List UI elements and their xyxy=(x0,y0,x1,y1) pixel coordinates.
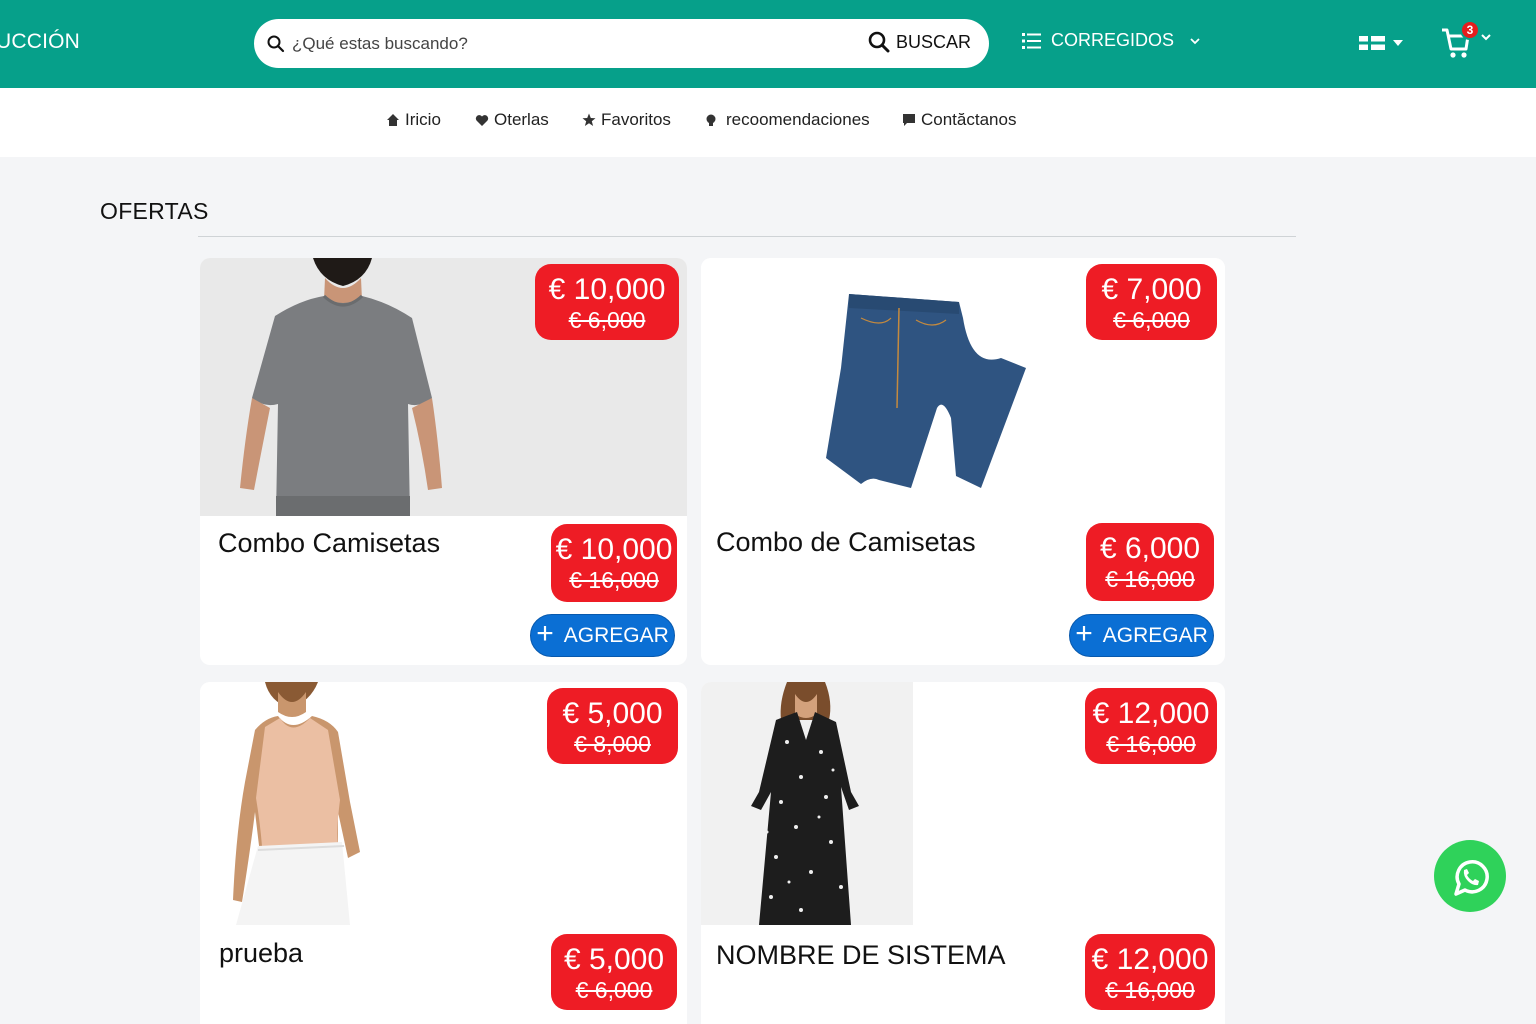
price-tag: € 12,000 € 16,000 xyxy=(1085,934,1215,1010)
product-name[interactable]: Combo de Camisetas xyxy=(716,527,976,558)
badge-old-price: € 6,000 xyxy=(568,307,646,333)
nav-item-label: Oterlas xyxy=(494,110,549,129)
main-nav: Iricio Oterlas Favoritos recoomendacione… xyxy=(0,88,1536,157)
badge-price: € 5,000 xyxy=(562,697,663,730)
list-icon xyxy=(1022,32,1041,49)
nav-item-label: Contăctanos xyxy=(921,110,1017,129)
product-name[interactable]: NOMBRE DE SISTEMA xyxy=(716,940,1006,971)
search-input[interactable] xyxy=(292,31,852,57)
product-name[interactable]: prueba xyxy=(219,938,303,969)
product-card[interactable]: € 5,000 € 8,000 prueba € 5,000 € 6,000 xyxy=(200,682,687,1024)
language-dropdown[interactable] xyxy=(1359,33,1403,53)
product-price: € 5,000 xyxy=(563,943,665,976)
product-name[interactable]: Combo Camisetas xyxy=(218,528,440,559)
section-divider xyxy=(198,236,1296,237)
badge-old-price: € 16,000 xyxy=(1106,731,1196,757)
search-bar: BUSCAR xyxy=(254,19,989,68)
search-button[interactable]: BUSCAR xyxy=(867,30,971,54)
add-button-label: AGREGAR xyxy=(563,623,669,647)
price-badge: € 12,000 € 16,000 xyxy=(1085,688,1217,764)
category-dropdown-label: CORREGIDOS xyxy=(1051,30,1175,50)
nav-item-label: Iricio xyxy=(405,110,441,129)
price-badge: € 5,000 € 8,000 xyxy=(547,688,678,764)
cart-button[interactable]: 3 xyxy=(1440,20,1492,60)
plus-icon: + xyxy=(536,617,554,650)
badge-old-price: € 8,000 xyxy=(574,731,651,757)
star-icon xyxy=(582,113,596,126)
plus-icon: + xyxy=(1075,617,1093,650)
badge-price: € 12,000 xyxy=(1092,697,1210,730)
home-icon xyxy=(387,114,399,126)
search-icon xyxy=(868,31,890,53)
product-old-price: € 16,000 xyxy=(569,567,659,593)
product-price: € 10,000 xyxy=(555,533,673,566)
section-title: OFERTAS xyxy=(100,198,209,224)
nav-item-contactanos[interactable]: Contăctanos xyxy=(902,110,1016,130)
chevron-down-icon xyxy=(1190,37,1200,44)
product-price: € 12,000 xyxy=(1091,943,1209,976)
caret-down-icon xyxy=(1393,40,1403,46)
chat-icon xyxy=(903,114,915,126)
whatsapp-button[interactable] xyxy=(1434,836,1506,916)
product-price: € 6,000 xyxy=(1099,532,1201,565)
badge-price: € 10,000 xyxy=(548,273,666,306)
cart-count-badge: 3 xyxy=(1460,20,1480,40)
add-to-cart-button[interactable]: + AGREGAR xyxy=(530,614,675,657)
top-bar: UCCIÓN BUSCAR CORREGIDOS xyxy=(0,0,1536,88)
product-card[interactable]: € 7,000 € 6,000 Combo de Camisetas € 6,0… xyxy=(701,258,1225,665)
heart-icon xyxy=(475,114,489,126)
price-tag: € 5,000 € 6,000 xyxy=(551,934,677,1010)
price-badge: € 7,000 € 6,000 xyxy=(1086,264,1217,340)
product-old-price: € 6,000 xyxy=(575,977,653,1003)
brand-name[interactable]: UCCIÓN xyxy=(0,30,80,54)
product-old-price: € 16,000 xyxy=(1105,977,1195,1003)
badge-price: € 7,000 xyxy=(1101,273,1202,306)
product-image xyxy=(701,682,913,925)
chevron-down-icon xyxy=(1481,34,1491,41)
nav-item-favoritos[interactable]: Favoritos xyxy=(582,110,671,130)
badge-old-price: € 6,000 xyxy=(1113,307,1190,333)
add-to-cart-button[interactable]: + AGREGAR xyxy=(1069,614,1214,657)
category-dropdown[interactable]: CORREGIDOS xyxy=(1022,30,1201,51)
flag-icon xyxy=(1359,36,1385,50)
bulb-icon xyxy=(706,114,716,126)
search-button-label: BUSCAR xyxy=(895,31,971,52)
nav-item-label: Favoritos xyxy=(601,110,671,129)
price-tag: € 6,000 € 16,000 xyxy=(1086,523,1214,601)
product-card[interactable]: € 10,000 € 6,000 Combo Camisetas € 10,00… xyxy=(200,258,687,665)
search-icon xyxy=(267,35,285,53)
nav-item-recomendaciones[interactable]: recoomendaciones xyxy=(704,110,870,130)
product-old-price: € 16,000 xyxy=(1105,566,1195,592)
nav-item-ofertas[interactable]: Oterlas xyxy=(475,110,549,130)
price-tag: € 10,000 € 16,000 xyxy=(551,524,677,602)
price-badge: € 10,000 € 6,000 xyxy=(535,264,679,340)
nav-item-inicio[interactable]: Iricio xyxy=(386,110,441,130)
product-card[interactable]: € 12,000 € 16,000 NOMBRE DE SISTEMA € 12… xyxy=(701,682,1225,1024)
nav-item-label: recoomendaciones xyxy=(726,110,870,129)
add-button-label: AGREGAR xyxy=(1102,623,1208,647)
